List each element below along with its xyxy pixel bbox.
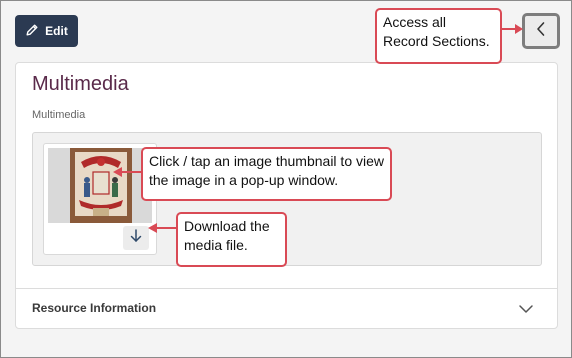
edit-button[interactable]: Edit	[15, 15, 78, 47]
section-title: Multimedia	[32, 73, 129, 95]
media-item	[43, 143, 157, 255]
callout-download-text: Download the media file.	[184, 218, 270, 253]
resource-information-label[interactable]: Resource Information	[32, 301, 156, 315]
callout-record-sections-text: Access all Record Sections.	[383, 14, 490, 49]
callout-thumbnail: Click / tap an image thumbnail to view t…	[141, 147, 392, 201]
download-button[interactable]	[123, 226, 149, 250]
callout-thumbnail-text: Click / tap an image thumbnail to view t…	[149, 153, 384, 188]
chevron-down-icon[interactable]	[518, 302, 534, 314]
callout-download: Download the media file.	[176, 212, 287, 267]
pencil-icon	[25, 23, 39, 40]
chevron-left-icon	[534, 21, 548, 42]
edit-button-label: Edit	[45, 24, 68, 38]
callout-arrow	[148, 223, 178, 233]
divider	[16, 288, 557, 289]
callout-arrow	[501, 24, 523, 34]
record-sections-button[interactable]	[522, 13, 560, 49]
callout-record-sections: Access all Record Sections.	[375, 8, 502, 64]
callout-arrow	[113, 167, 143, 177]
arrow-down-icon	[130, 228, 142, 248]
image-thumbnail[interactable]	[48, 148, 152, 223]
field-label: Multimedia	[32, 109, 86, 121]
